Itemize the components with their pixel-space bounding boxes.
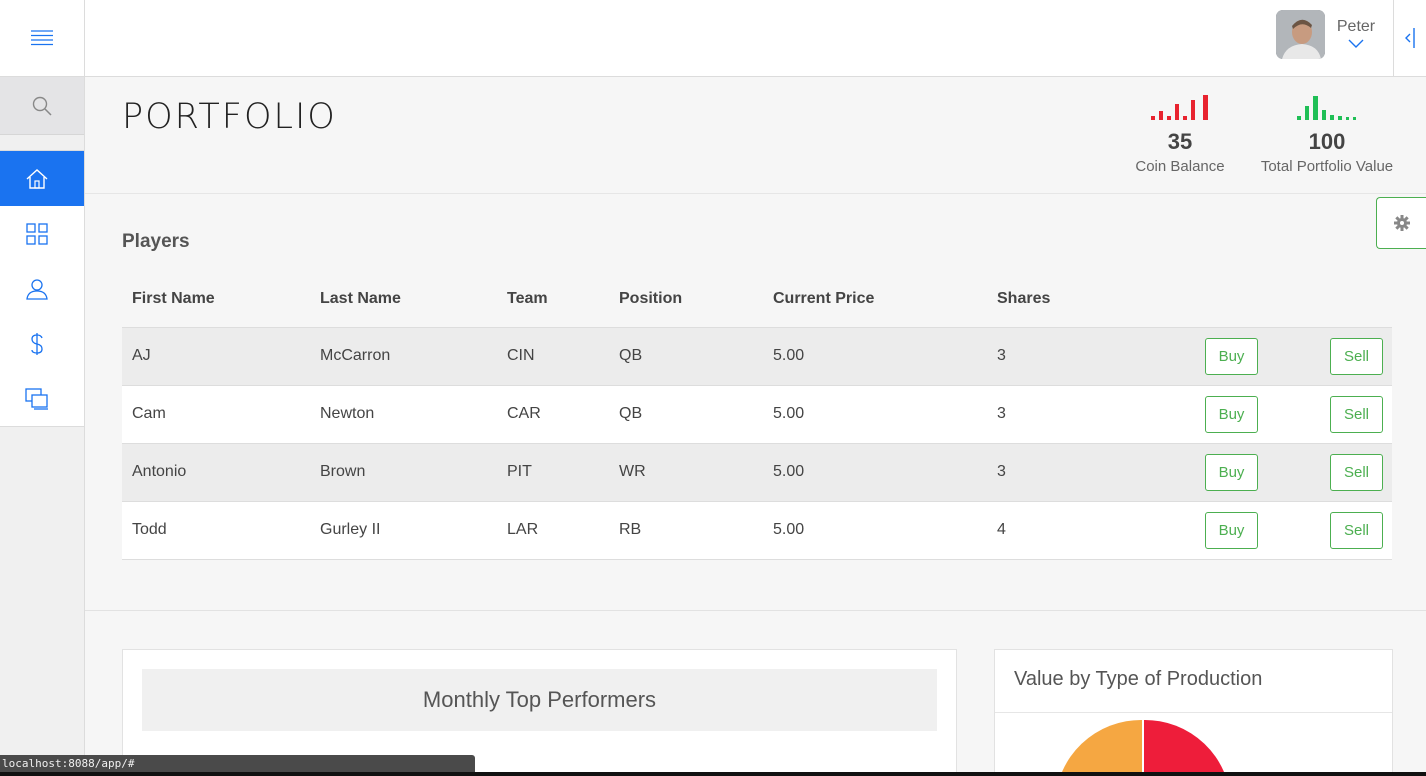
- user-name: Peter: [1336, 18, 1376, 35]
- pie-slice-red: [1143, 719, 1226, 776]
- user-icon: [26, 278, 48, 300]
- messages-icon: [25, 387, 48, 410]
- search-icon: [32, 96, 52, 116]
- collapse-panel-button[interactable]: [1393, 0, 1426, 76]
- team-cell: CIN: [497, 327, 609, 386]
- shares-cell: 3: [987, 385, 1127, 444]
- page-header: PORTFOLIO 35 Coin Balance 100 Total Port…: [85, 77, 1426, 194]
- first-name-cell: AJ: [122, 327, 310, 386]
- sell-button[interactable]: Sell: [1330, 337, 1383, 375]
- table-row: Cam Newton CAR QB 5.00 3 Buy Sell: [122, 385, 1392, 444]
- last-name-cell: McCarron: [310, 327, 497, 386]
- table-row: Todd Gurley II LAR RB 5.00 4 Buy Sell: [122, 501, 1392, 560]
- price-cell: 5.00: [763, 385, 987, 444]
- page-title: PORTFOLIO: [122, 97, 337, 137]
- position-cell: WR: [609, 443, 763, 502]
- column-header: Team: [497, 283, 609, 328]
- first-name-cell: Cam: [122, 385, 310, 444]
- chevron-down-icon: [1348, 39, 1364, 48]
- shares-cell: 3: [987, 327, 1127, 386]
- avatar: [1276, 10, 1325, 59]
- sidebar-item-finance[interactable]: [0, 316, 84, 371]
- total-portfolio-stat: 100 Total Portfolio Value: [1257, 94, 1397, 175]
- column-header: Shares: [987, 283, 1127, 328]
- players-section: Players First Name Last Name Team Positi…: [122, 231, 1392, 560]
- price-cell: 5.00: [763, 501, 987, 560]
- coin-balance-stat: 35 Coin Balance: [1125, 94, 1235, 175]
- buy-button[interactable]: Buy: [1205, 337, 1258, 375]
- hamburger-icon: [31, 30, 53, 46]
- buy-button[interactable]: Buy: [1205, 511, 1258, 549]
- pie-slice-orange: [1060, 719, 1143, 776]
- coin-balance-value: 35: [1167, 129, 1193, 154]
- last-name-cell: Brown: [310, 443, 497, 502]
- first-name-cell: Todd: [122, 501, 310, 560]
- team-cell: LAR: [497, 501, 609, 560]
- dollar-icon: [31, 332, 43, 355]
- browser-status-bar: localhost:8088/app/#: [0, 755, 475, 772]
- position-cell: RB: [609, 501, 763, 560]
- players-title: Players: [122, 231, 190, 252]
- last-name-cell: Gurley II: [310, 501, 497, 560]
- price-cell: 5.00: [763, 443, 987, 502]
- search-button[interactable]: [0, 77, 84, 135]
- gear-icon: [1393, 215, 1410, 231]
- value-by-production-title: Value by Type of Production: [995, 650, 1392, 713]
- user-menu[interactable]: Peter: [1276, 10, 1381, 59]
- price-cell: 5.00: [763, 327, 987, 386]
- first-name-cell: Antonio: [122, 443, 310, 502]
- sell-button[interactable]: Sell: [1330, 395, 1383, 433]
- production-pie-chart: [1060, 719, 1226, 776]
- main-content: PORTFOLIO 35 Coin Balance 100 Total Port…: [85, 77, 1426, 776]
- red-bars-icon: [1151, 95, 1208, 120]
- value-by-production-card: Value by Type of Production: [994, 649, 1393, 776]
- monthly-top-performers-title: Monthly Top Performers: [142, 669, 937, 731]
- menu-button[interactable]: [0, 0, 85, 76]
- sidebar: [0, 77, 85, 776]
- column-header: Current Price: [763, 283, 987, 328]
- buy-button[interactable]: Buy: [1205, 453, 1258, 491]
- table-row: AJ McCarron CIN QB 5.00 3 Buy Sell: [122, 327, 1392, 386]
- sidebar-item-dashboard[interactable]: [0, 206, 84, 261]
- column-header-empty: [1127, 283, 1267, 328]
- last-name-cell: Newton: [310, 385, 497, 444]
- total-portfolio-value: 100: [1308, 129, 1346, 154]
- buy-button[interactable]: Buy: [1205, 395, 1258, 433]
- window-bottom-edge: [0, 772, 1426, 776]
- sidebar-item-home[interactable]: [0, 151, 84, 206]
- position-cell: QB: [609, 327, 763, 386]
- position-cell: QB: [609, 385, 763, 444]
- lower-section: Monthly Top Performers Value by Type of …: [85, 610, 1426, 776]
- total-portfolio-label: Total Portfolio Value: [1260, 158, 1394, 175]
- table-row: Antonio Brown PIT WR 5.00 3 Buy Sell: [122, 443, 1392, 502]
- column-header: Last Name: [310, 283, 497, 328]
- column-header-empty: [1267, 283, 1392, 328]
- sidebar-nav: [0, 150, 84, 427]
- players-table: First Name Last Name Team Position Curre…: [122, 283, 1392, 560]
- collapse-right-icon: [1405, 28, 1415, 48]
- green-bars-icon: [1297, 96, 1356, 120]
- sidebar-item-profile[interactable]: [0, 261, 84, 316]
- column-header: Position: [609, 283, 763, 328]
- top-bar: Peter: [0, 0, 1426, 77]
- sidebar-item-messages[interactable]: [0, 371, 84, 426]
- table-header-row: First Name Last Name Team Position Curre…: [122, 283, 1392, 328]
- home-icon: [26, 168, 48, 189]
- team-cell: CAR: [497, 385, 609, 444]
- grid-icon: [26, 222, 48, 245]
- column-header: First Name: [122, 283, 310, 328]
- shares-cell: 4: [987, 501, 1127, 560]
- sell-button[interactable]: Sell: [1330, 453, 1383, 491]
- sell-button[interactable]: Sell: [1330, 511, 1383, 549]
- team-cell: PIT: [497, 443, 609, 502]
- coin-balance-label: Coin Balance: [1135, 158, 1225, 175]
- shares-cell: 3: [987, 443, 1127, 502]
